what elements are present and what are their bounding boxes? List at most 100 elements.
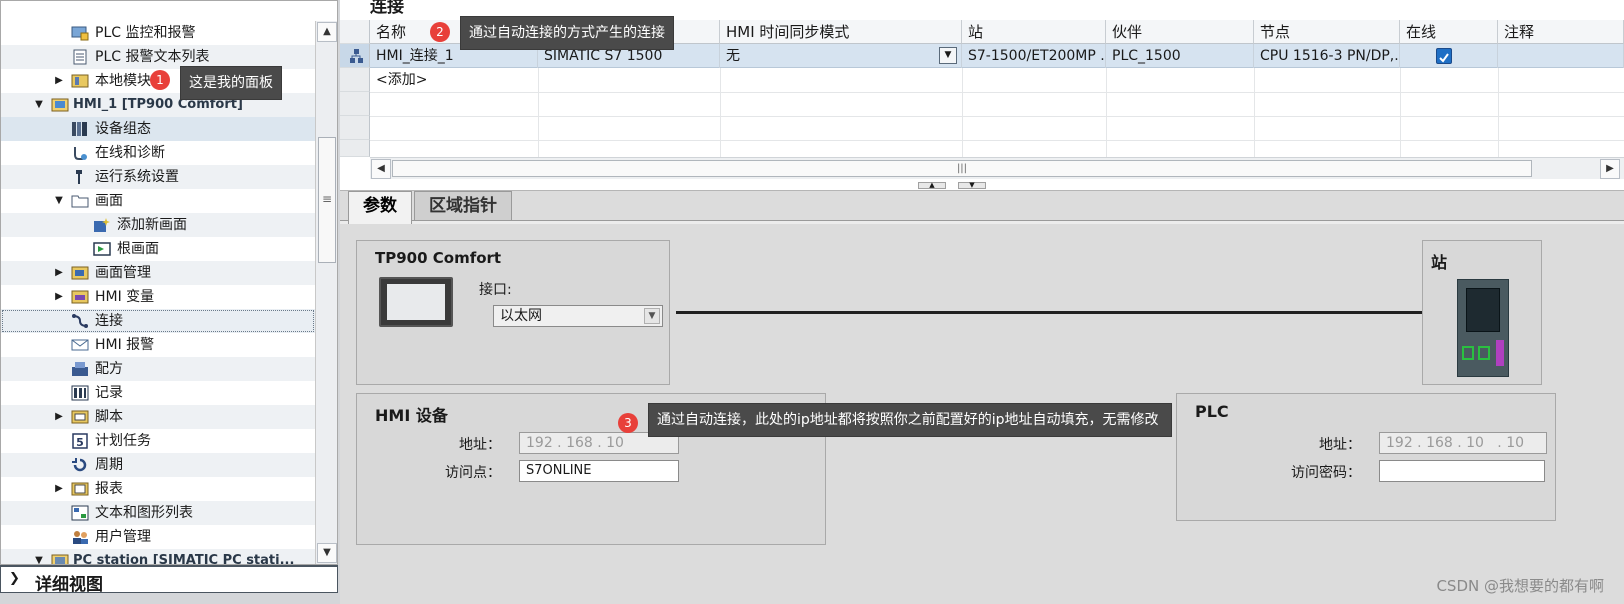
access-password-label: 访问密码： <box>1291 465 1361 481</box>
column-header-comment[interactable]: 注释 <box>1498 20 1624 44</box>
cycle-icon <box>71 457 89 473</box>
tree-item-online-diagnostics[interactable]: 在线和诊断 <box>1 141 315 165</box>
tree-item-label: 周期 <box>95 457 123 473</box>
column-header-partner[interactable]: 伙伴 <box>1106 20 1254 44</box>
detail-view-header[interactable]: ❯ 详细视图 <box>0 565 338 595</box>
station-box: 站 <box>1422 240 1542 385</box>
plc-address-label: 地址： <box>1319 437 1361 453</box>
plc-cpu-image <box>1457 279 1509 377</box>
add-connection-row[interactable]: <添加> <box>376 68 427 92</box>
column-header-station[interactable]: 站 <box>962 20 1106 44</box>
tree-scroll-thumb[interactable]: ≡ <box>318 137 336 263</box>
column-header-online[interactable]: 在线 <box>1400 20 1498 44</box>
hmi-device-box: TP900 Comfort 接口: 以太网 ▼ <box>356 240 670 385</box>
table-horizontal-scrollbar[interactable]: ◀ ||| ▶ <box>370 157 1624 179</box>
tree-item-label: 用户管理 <box>95 529 151 545</box>
tree-item-cycles[interactable]: 周期 <box>1 453 315 477</box>
tree-item-logs[interactable]: 记录 <box>1 381 315 405</box>
scroll-right-icon[interactable]: ▶ <box>1600 159 1620 179</box>
expand-arrow-icon[interactable]: ▶ <box>53 69 65 93</box>
grid-line <box>1106 68 1107 157</box>
scroll-up-icon[interactable]: ▲ <box>317 22 337 42</box>
tree-item-scheduler[interactable]: 5 计划任务 <box>1 429 315 453</box>
cell-online[interactable] <box>1400 44 1498 68</box>
collapse-arrow-icon[interactable]: ▼ <box>53 189 65 213</box>
dropdown-arrow-icon[interactable]: ▼ <box>644 308 660 324</box>
plc-alarm-icon <box>71 25 89 41</box>
tree-item-connections[interactable]: 连接 <box>1 309 315 333</box>
pc-station-icon <box>51 553 69 564</box>
station-title: 站 <box>1431 253 1448 272</box>
grid-line <box>370 92 1624 93</box>
hmi-address-label: 地址： <box>459 437 501 453</box>
access-password-field[interactable] <box>1379 460 1545 482</box>
tree-item-user-management[interactable]: 用户管理 <box>1 525 315 549</box>
tab-parameters[interactable]: 参数 <box>348 191 412 224</box>
expand-arrow-icon[interactable]: ▶ <box>53 477 65 501</box>
scroll-left-icon[interactable]: ◀ <box>371 159 391 179</box>
tree-item-scripts[interactable]: ▶ 脚本 <box>1 405 315 429</box>
add-screen-icon <box>93 217 111 233</box>
table-scroll-thumb[interactable]: ||| <box>392 160 1532 177</box>
tree-item-screen-management[interactable]: ▶ 画面管理 <box>1 261 315 285</box>
plc-ip-address-field[interactable]: 192 . 168 . 10 . 10 <box>1379 432 1547 454</box>
row-header[interactable] <box>340 44 370 68</box>
expand-arrow-icon[interactable]: ▶ <box>53 261 65 285</box>
collapse-arrow-icon[interactable]: ▼ <box>33 93 45 117</box>
tree-item-device-config[interactable]: 设备组态 <box>1 117 315 141</box>
cell-comment[interactable] <box>1498 44 1624 68</box>
tree-item-label: 在线和诊断 <box>95 145 165 161</box>
tree-item-label: 设备组态 <box>95 121 151 137</box>
tree-item-plc-alarm[interactable]: PLC 监控和报警 <box>1 21 315 45</box>
properties-panel: 参数 区域指针 TP900 Comfort 接口: 以太网 ▼ 站 HMI 设备… <box>340 190 1624 604</box>
chevron-down-icon[interactable]: ❯ <box>9 571 20 586</box>
cell-sync-mode[interactable]: 无 ▼ <box>720 44 962 68</box>
access-point-label: 访问点： <box>445 465 501 481</box>
interface-select[interactable]: 以太网 ▼ <box>493 305 663 327</box>
text-graphic-list-icon <box>71 505 89 521</box>
tree-scrollbar[interactable]: ▲ ≡ ▼ <box>315 21 337 564</box>
online-checkbox[interactable] <box>1436 48 1452 64</box>
grid-line <box>370 116 1624 117</box>
scroll-down-icon[interactable]: ▼ <box>317 543 337 563</box>
tree-item-add-screen[interactable]: 添加新画面 <box>1 213 315 237</box>
tree-item-label: 计划任务 <box>95 433 151 449</box>
tab-area-pointer[interactable]: 区域指针 <box>414 191 512 221</box>
collapse-down-icon[interactable]: ▼ <box>958 182 986 189</box>
column-header-node[interactable]: 节点 <box>1254 20 1400 44</box>
project-tree-list: PLC 监控和报警 PLC 报警文本列表 ▶ 本地模块 ▼ HMI_1 [TP9… <box>1 21 315 564</box>
tree-item-hmi-alarms[interactable]: HMI 报警 <box>1 333 315 357</box>
folder-icon <box>71 193 89 209</box>
wrench-icon <box>71 169 89 185</box>
cell-node[interactable]: CPU 1516-3 PN/DP,... <box>1254 44 1400 68</box>
row-header <box>340 92 370 116</box>
annotation-tooltip: 通过自动连接，此处的ip地址都将按照你之前配置好的ip地址自动填充，无需修改 <box>648 403 1172 437</box>
scheduler-icon: 5 <box>71 433 89 449</box>
tree-item-recipes[interactable]: 配方 <box>1 357 315 381</box>
expand-arrow-icon[interactable]: ▶ <box>53 405 65 429</box>
tree-item-label: 脚本 <box>95 409 123 425</box>
tree-item-root-screen[interactable]: 根画面 <box>1 237 315 261</box>
plc-settings-title: PLC <box>1195 402 1229 421</box>
dropdown-arrow-icon[interactable]: ▼ <box>939 47 957 64</box>
tree-item-hmi-tags[interactable]: ▶ HMI 变量 <box>1 285 315 309</box>
collapse-arrow-icon[interactable]: ▼ <box>33 549 45 564</box>
tree-item-pc-station[interactable]: ▼ PC station [SIMATIC PC stati... <box>1 549 315 564</box>
column-header-sync-mode[interactable]: HMI 时间同步模式 <box>720 20 962 44</box>
project-tree: PLC 监控和报警 PLC 报警文本列表 ▶ 本地模块 ▼ HMI_1 [TP9… <box>0 0 338 565</box>
access-point-field[interactable]: S7ONLINE <box>519 460 679 482</box>
recipe-icon <box>71 361 89 377</box>
tree-item-text-graphic-lists[interactable]: 文本和图形列表 <box>1 501 315 525</box>
device-config-icon <box>71 121 89 137</box>
cell-partner[interactable]: PLC_1500 <box>1106 44 1254 68</box>
connections-icon <box>71 313 89 329</box>
text-list-icon <box>71 49 89 65</box>
annotation-badge: 2 <box>430 22 450 42</box>
plc-settings-box: PLC 地址： 192 . 168 . 10 . 10 访问密码： <box>1176 393 1556 521</box>
tree-item-reports[interactable]: ▶ 报表 <box>1 477 315 501</box>
collapse-up-icon[interactable]: ▲ <box>918 182 946 189</box>
tree-item-runtime-settings[interactable]: 运行系统设置 <box>1 165 315 189</box>
tree-item-screens[interactable]: ▼ 画面 <box>1 189 315 213</box>
cell-station[interactable]: S7-1500/ET200MP ... <box>962 44 1106 68</box>
expand-arrow-icon[interactable]: ▶ <box>53 285 65 309</box>
